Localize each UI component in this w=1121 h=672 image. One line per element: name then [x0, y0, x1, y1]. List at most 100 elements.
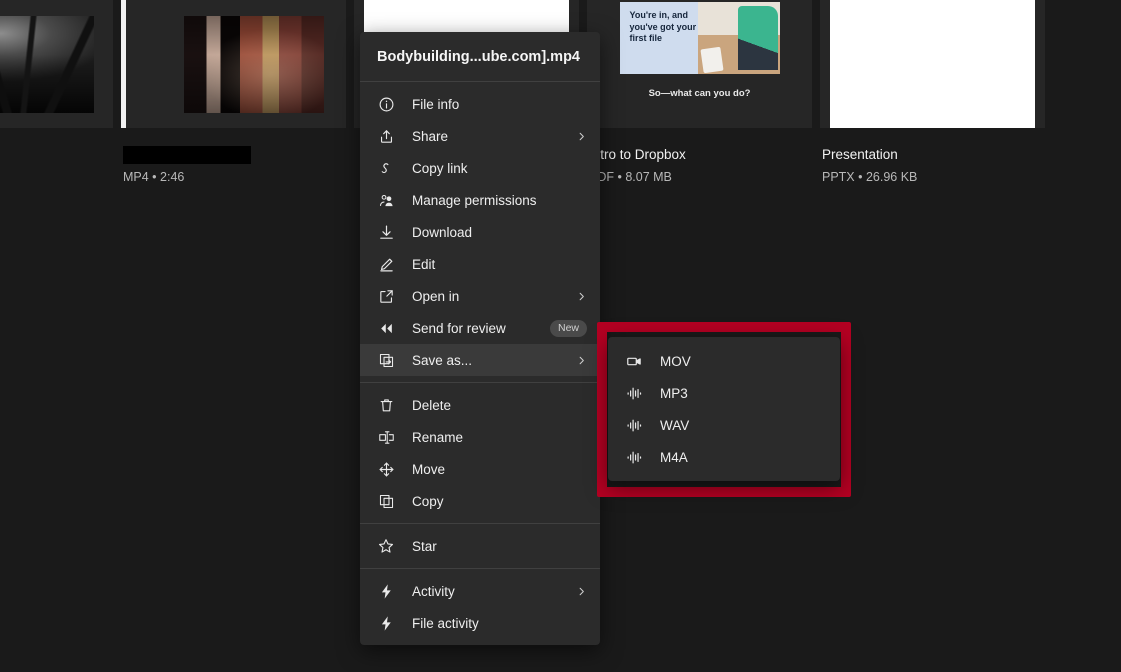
trash-icon [376, 395, 396, 415]
share-upload-icon [376, 126, 396, 146]
chevron-right-icon [575, 130, 587, 142]
submenu-item-label: MOV [660, 353, 691, 369]
video-thumbnail [183, 15, 324, 113]
file-subtitle: PDF • 8.07 MB [589, 170, 672, 184]
menu-item-label: Rename [412, 429, 464, 445]
menu-item-label: Activity [412, 583, 455, 599]
file-subtitle: JPG • 334.25 KB [0, 169, 111, 185]
menu-item-label: File info [412, 96, 460, 112]
submenu-item-wav[interactable]: WAV [608, 409, 840, 441]
file-tile[interactable]: You're in, and you've got your first fil… [587, 0, 812, 200]
menu-item-activity[interactable]: Activity [360, 575, 600, 607]
file-meta: Intro to Dropbox PDF • 8.07 MB [587, 128, 812, 185]
chevron-right-icon [575, 290, 587, 302]
menu-group: Star [360, 524, 600, 568]
menu-item-download[interactable]: Download [360, 216, 600, 248]
pdf-hero-photo [697, 2, 780, 74]
menu-item-label: Delete [412, 397, 452, 413]
file-thumbnail: You're in, and you've got your first fil… [587, 0, 812, 128]
copy-icon [376, 491, 396, 511]
white-document-thumbnail [830, 0, 1035, 128]
menu-item-file-info[interactable]: File info [360, 88, 600, 120]
chevron-right-icon [575, 354, 587, 366]
manage-permissions-icon [376, 190, 396, 210]
menu-item-label: Send for review [412, 320, 506, 336]
menu-item-delete[interactable]: Delete [360, 389, 600, 421]
menu-item-copy-link[interactable]: Copy link [360, 152, 600, 184]
redaction-bar [123, 146, 251, 165]
download-icon [376, 222, 396, 242]
selection-indicator [121, 0, 126, 128]
menu-item-label: Manage permissions [412, 192, 537, 208]
context-menu: Bodybuilding...ube.com].mp4 File info Sh… [360, 32, 600, 645]
lightning-activity-icon [376, 613, 396, 633]
menu-item-share[interactable]: Share [360, 120, 600, 152]
pdf-hero-image: You're in, and you've got your first fil… [619, 2, 780, 74]
submenu-item-label: WAV [660, 417, 690, 433]
file-subtitle: MP4 • 2:46 [123, 170, 185, 185]
menu-item-open-in[interactable]: Open in [360, 280, 600, 312]
menu-item-label: Edit [412, 256, 436, 272]
audio-waveform-icon [624, 415, 644, 435]
file-tile[interactable]: Presentation PPTX • 26.96 KB [820, 0, 1045, 200]
audio-waveform-icon [624, 383, 644, 403]
file-tile-selected[interactable]: MP4 • 2:46 [121, 0, 346, 200]
menu-item-label: Open in [412, 288, 460, 304]
menu-item-star[interactable]: Star [360, 530, 600, 562]
file-meta: Presentation PPTX • 26.96 KB [820, 128, 1045, 185]
pdf-hero-caption: So—what can you do? [648, 88, 751, 99]
photo-forest-thumbnail [0, 15, 94, 113]
file-tile[interactable]: 1837802 JPG • 334.25 KB [0, 0, 113, 200]
menu-group: Activity File activity [360, 569, 600, 645]
pencil-edit-icon [376, 254, 396, 274]
menu-item-move[interactable]: Move [360, 453, 600, 485]
submenu-item-m4a[interactable]: M4A [608, 441, 840, 473]
menu-item-label: Save as... [412, 352, 473, 368]
menu-item-copy[interactable]: Copy [360, 485, 600, 517]
file-thumbnail [820, 0, 1045, 128]
save-as-icon [376, 350, 396, 370]
menu-item-file-activity[interactable]: File activity [360, 607, 600, 639]
file-subtitle: PPTX • 26.96 KB [822, 170, 918, 184]
rename-icon [376, 427, 396, 447]
file-thumbnail [0, 0, 113, 128]
menu-item-label: Move [412, 461, 446, 477]
menu-item-edit[interactable]: Edit [360, 248, 600, 280]
menu-item-rename[interactable]: Rename [360, 421, 600, 453]
file-meta: MP4 • 2:46 [121, 128, 346, 185]
move-arrows-icon [376, 459, 396, 479]
pdf-hero-headline: You're in, and you've got your first fil… [629, 10, 697, 43]
open-external-icon [376, 286, 396, 306]
file-name: 1837802 [0, 146, 111, 164]
menu-item-manage-permissions[interactable]: Manage permissions [360, 184, 600, 216]
menu-item-send-for-review[interactable]: Send for review New [360, 312, 600, 344]
video-camera-icon [624, 351, 644, 371]
submenu-item-label: MP3 [660, 385, 688, 401]
lightning-activity-icon [376, 581, 396, 601]
audio-waveform-icon [624, 447, 644, 467]
menu-item-save-as[interactable]: Save as... [360, 344, 600, 376]
menu-group: File info Share Copy link Manage permiss… [360, 82, 600, 382]
submenu-item-mov[interactable]: MOV [608, 345, 840, 377]
submenu-item-label: M4A [660, 449, 688, 465]
save-as-submenu: MOV MP3 WAV M4A [608, 337, 840, 481]
file-name: Presentation [822, 147, 898, 162]
file-name-redacted [123, 146, 344, 165]
menu-item-label: Download [412, 224, 473, 240]
menu-item-label: Copy [412, 493, 444, 509]
send-for-review-icon [376, 318, 396, 338]
info-circle-icon [376, 94, 396, 114]
screen: 1837802 JPG • 334.25 KB MP4 • 2:46 [0, 0, 1121, 672]
link-icon [376, 158, 396, 178]
chevron-right-icon [575, 585, 587, 597]
menu-item-label: Copy link [412, 160, 468, 176]
menu-item-label: Share [412, 128, 449, 144]
menu-group: Delete Rename Move Copy [360, 383, 600, 523]
file-meta: 1837802 JPG • 334.25 KB [0, 128, 113, 185]
pdf-intro-thumbnail: You're in, and you've got your first fil… [616, 0, 783, 128]
menu-item-label: Star [412, 538, 437, 554]
new-badge: New [549, 319, 587, 337]
submenu-item-mp3[interactable]: MP3 [608, 377, 840, 409]
file-name: Intro to Dropbox [589, 147, 686, 162]
star-icon [376, 536, 396, 556]
